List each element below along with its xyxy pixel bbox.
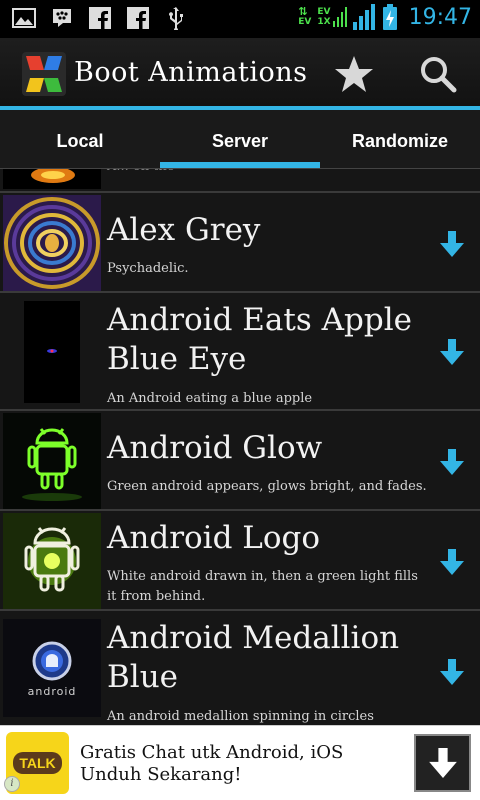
ad-info-icon[interactable]: i [4, 776, 20, 792]
list-item[interactable]: Android Eats Apple Blue Eye An Android e… [0, 293, 480, 411]
facebook-icon [89, 7, 111, 29]
list-item[interactable]: Alex Grey Psychadelic. [0, 193, 480, 293]
mini-signal-icon [332, 7, 347, 27]
network-label-ev: EV [317, 7, 331, 17]
tab-randomize[interactable]: Randomize [320, 110, 480, 168]
notification-icons [12, 6, 188, 30]
list-item[interactable]: Android Medallion Blue An android medall… [0, 611, 480, 725]
data-label: EV [298, 17, 312, 27]
animation-thumbnail [3, 513, 101, 609]
animation-thumbnail [3, 413, 101, 509]
medallion-caption: android [27, 685, 77, 698]
signal-bars-icon [352, 4, 375, 30]
item-title: Android Logo [107, 520, 321, 556]
system-icons: ⇅ EV EV 1X 19:47 [298, 4, 472, 30]
download-icon[interactable] [440, 449, 464, 475]
image-notification-icon [12, 8, 36, 28]
status-bar: ⇅ EV EV 1X 19:47 [0, 0, 480, 38]
list-item[interactable]: Android Logo White android drawn in, the… [0, 511, 480, 611]
ad-download-button[interactable] [414, 734, 471, 792]
list-item[interactable]: Android Glow Green android appears, glow… [0, 411, 480, 511]
search-button[interactable] [416, 52, 460, 96]
item-description: A... on the [107, 169, 427, 177]
ad-banner[interactable]: TALK Gratis Chat utk Android, iOS Unduh … [0, 725, 480, 800]
item-description: Psychadelic. [107, 261, 189, 276]
clock: 19:47 [408, 4, 472, 30]
tab-bar: Local Server Randomize [0, 110, 480, 169]
usb-icon [169, 7, 183, 30]
boot-animation-list[interactable]: A... on the Alex Grey Psychadelic. [0, 169, 480, 725]
animation-thumbnail [3, 301, 101, 403]
item-title: Android Glow [107, 430, 323, 466]
item-description: An android medallion spinning in circles [107, 709, 374, 724]
item-description: Green android appears, glows bright, and… [107, 479, 427, 494]
download-icon[interactable] [440, 231, 464, 257]
ad-text[interactable]: Gratis Chat utk Android, iOS Unduh Sekar… [80, 742, 400, 786]
star-icon [335, 56, 373, 92]
signal-ev-icon: EV 1X [317, 7, 347, 27]
search-icon [421, 57, 457, 93]
download-icon[interactable] [440, 549, 464, 575]
tab-server[interactable]: Server [160, 110, 320, 168]
download-icon[interactable] [440, 339, 464, 365]
facebook-icon [127, 7, 149, 29]
animation-thumbnail [3, 619, 101, 717]
download-arrow-icon [428, 748, 457, 778]
tab-local[interactable]: Local [0, 110, 160, 168]
ad-logo-text: TALK [13, 752, 62, 774]
download-icon[interactable] [440, 659, 464, 685]
bbm-icon [53, 9, 71, 27]
item-description: White android drawn in, then a green lig… [107, 569, 418, 604]
action-bar: Boot Animations [0, 38, 480, 110]
list-item[interactable]: A... on the [0, 169, 480, 193]
item-title: Alex Grey [107, 212, 261, 248]
app-logo-icon[interactable] [22, 52, 66, 96]
animation-thumbnail [3, 195, 101, 291]
battery-charging-icon [382, 4, 397, 30]
network-label-1x: 1X [317, 17, 331, 27]
animation-thumbnail [3, 169, 101, 189]
item-title: Android Medallion Blue [107, 620, 400, 695]
item-description: An Android eating a blue apple [107, 391, 313, 406]
data-ev-icon: ⇅ EV [298, 5, 312, 27]
item-title: Android Eats Apple Blue Eye [107, 302, 412, 377]
app-title: Boot Animations [74, 57, 308, 88]
favorites-button[interactable] [332, 52, 376, 96]
